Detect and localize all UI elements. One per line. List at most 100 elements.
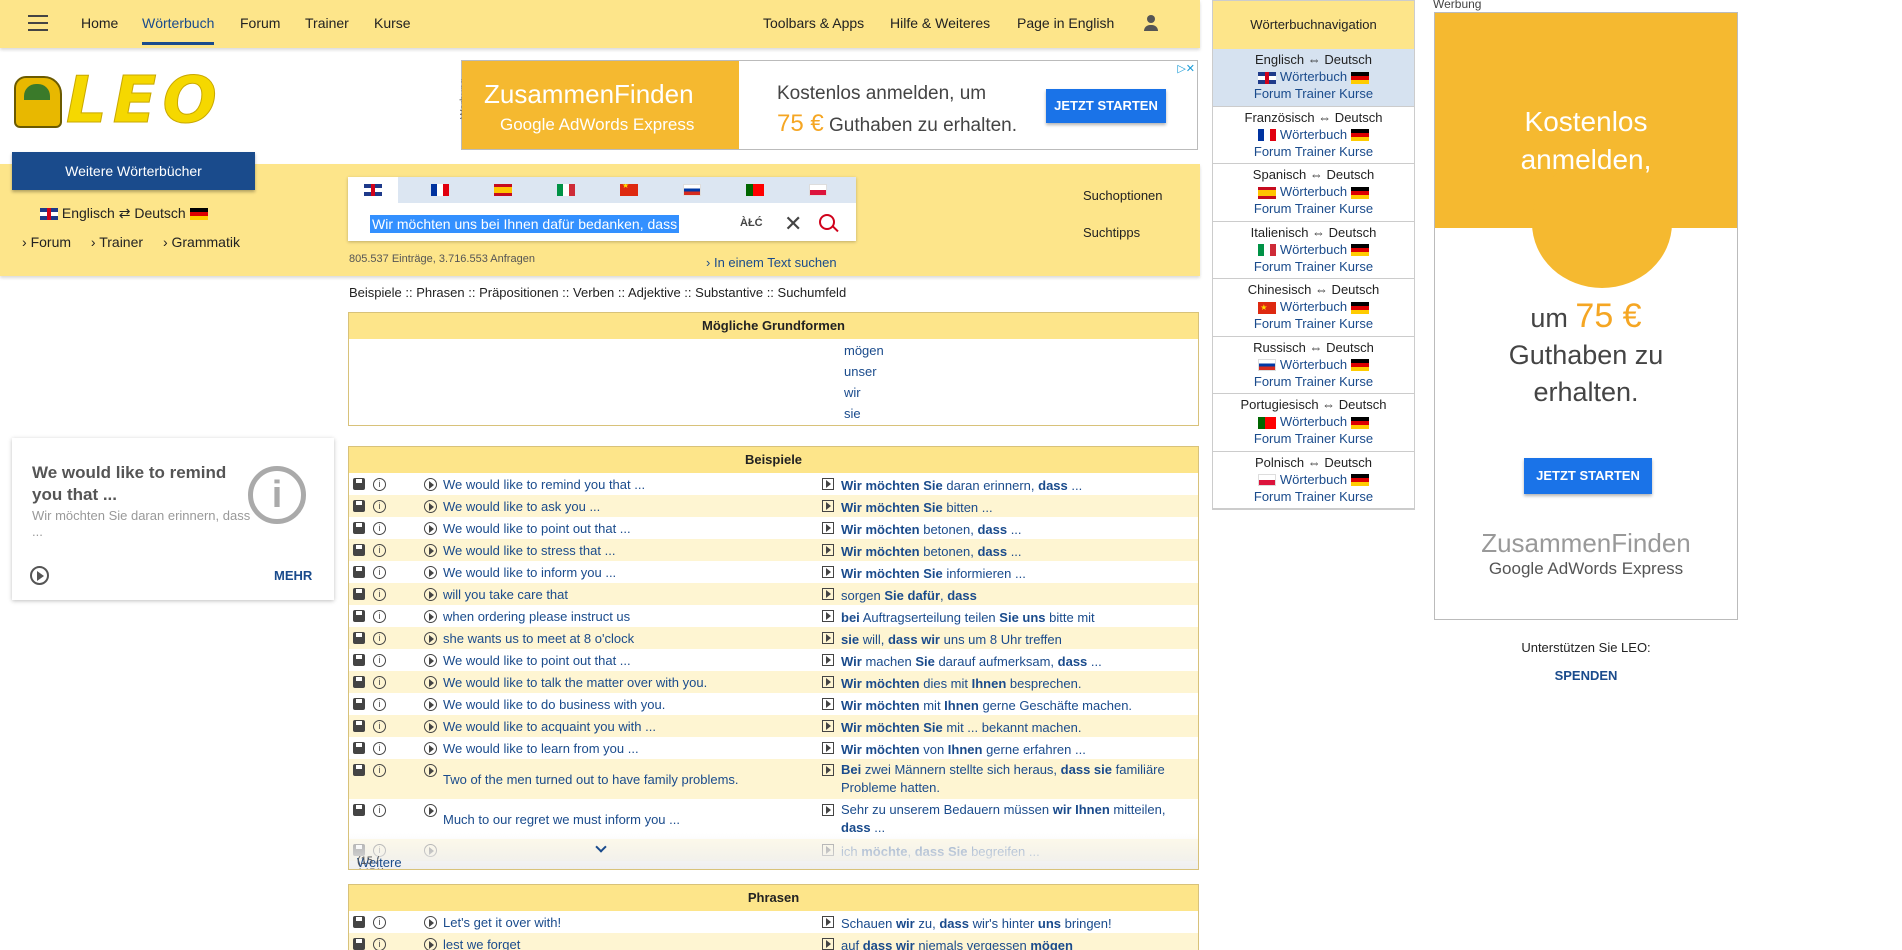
- dictnav-dict-link[interactable]: Wörterbuch: [1213, 356, 1414, 373]
- ad-start-button[interactable]: JETZT STARTEN: [1046, 89, 1166, 123]
- german-text[interactable]: Wir möchten betonen, dass ...: [841, 543, 1197, 561]
- german-text[interactable]: sie will, dass wir uns um 8 Uhr treffen: [841, 631, 1197, 649]
- english-text[interactable]: We would like to learn from you ...: [443, 741, 743, 756]
- dictnav-item[interactable]: Spanisch ⇔ Deutsch Wörterbuch Forum Trai…: [1213, 164, 1414, 222]
- info-icon[interactable]: i: [373, 632, 386, 645]
- play-icon[interactable]: [424, 522, 437, 535]
- dictnav-dict-link[interactable]: Wörterbuch: [1213, 126, 1414, 143]
- save-icon[interactable]: [353, 632, 365, 644]
- nav-help[interactable]: Hilfe & Weiteres: [890, 15, 990, 31]
- dictnav-sub-links[interactable]: Forum Trainer Kurse: [1213, 430, 1414, 447]
- link-grammatik[interactable]: › Grammatik: [163, 234, 248, 250]
- play-icon[interactable]: [822, 610, 834, 622]
- save-icon[interactable]: [353, 522, 365, 534]
- english-text[interactable]: Two of the men turned out to have family…: [443, 772, 743, 787]
- english-text[interactable]: We would like to ask you ...: [443, 499, 743, 514]
- dictnav-pair[interactable]: Italienisch ⇔ Deutsch: [1213, 224, 1414, 241]
- donate-button[interactable]: SPENDEN: [1434, 668, 1738, 683]
- dictnav-sub-links[interactable]: Forum Trainer Kurse: [1213, 143, 1414, 160]
- top-ad-banner[interactable]: Werbung ZusammenFinden Google AdWords Ex…: [459, 60, 1198, 150]
- save-icon[interactable]: [353, 698, 365, 710]
- save-icon[interactable]: [353, 654, 365, 666]
- dictnav-pair[interactable]: Russisch ⇔ Deutsch: [1213, 339, 1414, 356]
- grundform-link[interactable]: mögen: [844, 343, 884, 358]
- save-icon[interactable]: [353, 916, 365, 928]
- special-chars-button[interactable]: ÀŁĆ: [740, 217, 763, 229]
- info-icon[interactable]: i: [373, 764, 386, 777]
- play-icon[interactable]: [424, 804, 437, 817]
- info-icon[interactable]: i: [373, 804, 386, 817]
- play-icon[interactable]: [822, 478, 834, 490]
- nav-kurse[interactable]: Kurse: [374, 15, 411, 31]
- grundform-link[interactable]: sie: [844, 406, 861, 421]
- dictnav-item[interactable]: Englisch ⇔ Deutsch Wörterbuch Forum Trai…: [1213, 49, 1414, 107]
- play-icon[interactable]: [822, 804, 834, 816]
- search-icon[interactable]: [819, 214, 835, 230]
- save-icon[interactable]: [353, 478, 365, 490]
- play-icon[interactable]: [822, 544, 834, 556]
- play-icon[interactable]: [424, 742, 437, 755]
- save-icon[interactable]: [353, 742, 365, 754]
- info-icon[interactable]: i: [373, 588, 386, 601]
- play-icon[interactable]: [822, 632, 834, 644]
- save-icon[interactable]: [353, 500, 365, 512]
- play-icon[interactable]: [424, 500, 437, 513]
- english-text[interactable]: We would like to stress that ...: [443, 543, 743, 558]
- search-in-text-link[interactable]: › In einem Text suchen: [706, 255, 837, 270]
- dictnav-dict-link[interactable]: Wörterbuch: [1213, 183, 1414, 200]
- play-icon[interactable]: [822, 720, 834, 732]
- dictnav-sub-links[interactable]: Forum Trainer Kurse: [1213, 85, 1414, 102]
- search-tips-link[interactable]: Suchtipps: [1083, 225, 1140, 240]
- play-icon[interactable]: [822, 764, 834, 776]
- info-icon[interactable]: i: [373, 544, 386, 557]
- play-icon[interactable]: [424, 654, 437, 667]
- info-icon[interactable]: i: [373, 478, 386, 491]
- info-icon[interactable]: i: [373, 676, 386, 689]
- english-text[interactable]: will you take care that: [443, 587, 743, 602]
- language-pair[interactable]: Englisch ⇄ Deutsch: [40, 205, 208, 222]
- save-icon[interactable]: [353, 544, 365, 556]
- german-text[interactable]: Sehr zu unserem Bedauern müssen wir Ihne…: [841, 801, 1197, 837]
- dictnav-sub-links[interactable]: Forum Trainer Kurse: [1213, 200, 1414, 217]
- save-icon[interactable]: [353, 804, 365, 816]
- english-text[interactable]: when ordering please instruct us: [443, 609, 743, 624]
- dictnav-dict-link[interactable]: Wörterbuch: [1213, 298, 1414, 315]
- more-examples-button[interactable]: Weitere Beispiele anzeigen (15 / 1451): [349, 833, 1198, 869]
- fr-flag-tab[interactable]: [431, 184, 449, 196]
- pt-flag-tab[interactable]: [746, 184, 764, 196]
- more-button[interactable]: MEHR: [274, 568, 312, 583]
- uk-flag-tab[interactable]: [364, 184, 382, 196]
- save-icon[interactable]: [353, 566, 365, 578]
- info-icon[interactable]: i: [373, 720, 386, 733]
- german-text[interactable]: bei Auftragserteilung teilen Sie uns bit…: [841, 609, 1197, 627]
- play-icon[interactable]: [424, 544, 437, 557]
- dictnav-dict-link[interactable]: Wörterbuch: [1213, 68, 1414, 85]
- dictnav-dict-link[interactable]: Wörterbuch: [1213, 413, 1414, 430]
- english-text[interactable]: We would like to acquaint you with ...: [443, 719, 743, 734]
- dictnav-sub-links[interactable]: Forum Trainer Kurse: [1213, 315, 1414, 332]
- nav-home[interactable]: Home: [81, 15, 118, 31]
- dictnav-pair[interactable]: Chinesisch ⇔ Deutsch: [1213, 281, 1414, 298]
- save-icon[interactable]: [353, 720, 365, 732]
- german-text[interactable]: auf dass wir niemals vergessen mögen: [841, 937, 1197, 950]
- link-trainer[interactable]: › Trainer: [91, 234, 151, 250]
- play-icon[interactable]: [822, 676, 834, 688]
- play-icon[interactable]: [424, 610, 437, 623]
- grundform-link[interactable]: wir: [844, 385, 861, 400]
- english-text[interactable]: We would like to remind you that ...: [443, 477, 743, 492]
- german-text[interactable]: Wir möchten Sie daran erinnern, dass ...: [841, 477, 1197, 495]
- dictnav-item[interactable]: Italienisch ⇔ Deutsch Wörterbuch Forum T…: [1213, 222, 1414, 279]
- dictnav-item[interactable]: Portugiesisch ⇔ Deutsch Wörterbuch Forum…: [1213, 394, 1414, 452]
- info-icon[interactable]: i: [373, 610, 386, 623]
- nav-english[interactable]: Page in English: [1017, 15, 1114, 31]
- dictnav-pair[interactable]: Französisch ⇔ Deutsch: [1213, 109, 1414, 126]
- german-text[interactable]: Bei zwei Männern stellte sich heraus, da…: [841, 761, 1197, 797]
- ru-flag-tab[interactable]: [683, 184, 701, 196]
- dictnav-pair[interactable]: Portugiesisch ⇔ Deutsch: [1213, 396, 1414, 413]
- save-icon[interactable]: [353, 610, 365, 622]
- nav-toolbars[interactable]: Toolbars & Apps: [763, 15, 864, 31]
- save-icon[interactable]: [353, 676, 365, 688]
- save-icon[interactable]: [353, 588, 365, 600]
- english-text[interactable]: We would like to inform you ...: [443, 565, 743, 580]
- german-text[interactable]: Wir möchten von Ihnen gerne erfahren ...: [841, 741, 1197, 759]
